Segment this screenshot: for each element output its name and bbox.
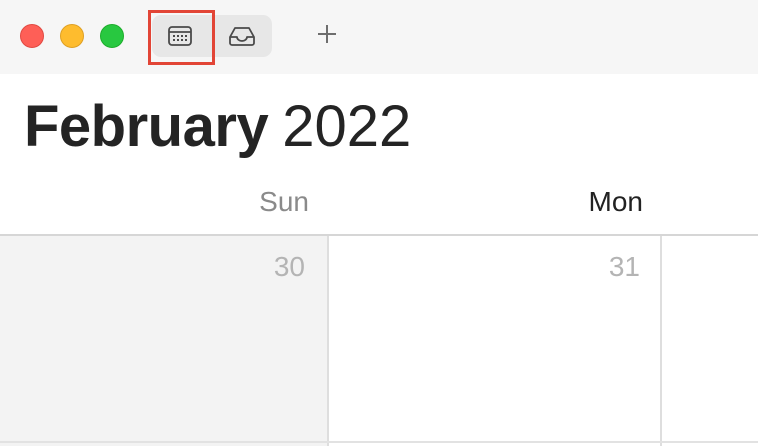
window-zoom-button[interactable] (100, 24, 124, 48)
month-label: February (24, 94, 269, 159)
column-divider (327, 236, 329, 446)
window-close-button[interactable] (20, 24, 44, 48)
page-title: February 2022 (24, 92, 411, 162)
day-cell-monday[interactable]: 31 (329, 236, 660, 446)
add-event-button[interactable] (310, 20, 344, 52)
day-header-mon: Mon (588, 186, 643, 217)
window-minimize-button[interactable] (60, 24, 84, 48)
view-toggle-group (152, 15, 272, 57)
inbox-tray-icon (226, 24, 258, 48)
calendar-view-button[interactable] (152, 15, 208, 57)
date-number: 31 (608, 251, 640, 282)
day-header-sun: Sun (259, 186, 309, 217)
calendar-grid-icon (167, 24, 193, 48)
day-cell-tuesday[interactable] (662, 236, 758, 446)
date-number: 30 (273, 251, 305, 282)
day-cell-sunday[interactable]: 30 (0, 236, 327, 446)
plus-icon (315, 22, 339, 51)
inbox-button[interactable] (214, 15, 270, 57)
row-divider (0, 441, 758, 443)
title-bar (0, 0, 758, 74)
year-label: 2022 (282, 94, 412, 159)
column-divider (660, 236, 662, 446)
